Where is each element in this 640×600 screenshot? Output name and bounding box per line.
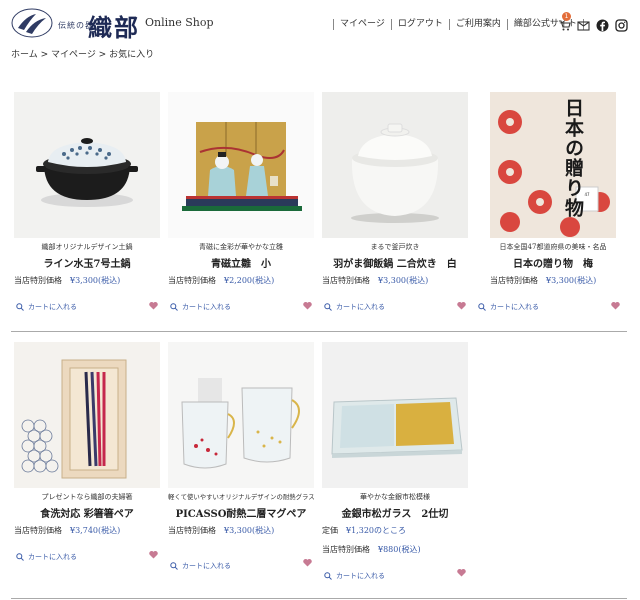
list-price-label: 定価 xyxy=(322,526,338,535)
product-price: ¥880(税込) xyxy=(378,545,421,554)
product-name[interactable]: 金銀市松ガラス 2仕切 xyxy=(322,505,468,520)
add-to-cart-label: カートに入れる xyxy=(182,303,231,311)
favorite-heart-icon[interactable] xyxy=(149,301,158,310)
add-to-cart-button[interactable]: カートに入れる xyxy=(16,302,77,312)
favorite-heart-icon[interactable] xyxy=(149,550,158,559)
product-image[interactable]: 47 日本の贈り物 xyxy=(490,92,616,238)
product-price: ¥3,300(税込) xyxy=(70,276,121,285)
product-subtitle: プレゼントなら織部の夫婦箸 xyxy=(41,493,133,501)
add-to-cart-label: カートに入れる xyxy=(28,303,77,311)
product-price-row: 当店特別価格 ¥3,740(税込) xyxy=(14,525,160,536)
add-to-cart-button[interactable]: カートに入れる xyxy=(478,302,539,312)
product-price-row: 当店特別価格 ¥3,300(税込) xyxy=(322,275,468,286)
product-price: ¥3,300(税込) xyxy=(224,526,275,535)
list-price-row: 定価 ¥1,320のところ xyxy=(322,525,468,536)
add-to-cart-label: カートに入れる xyxy=(182,562,231,570)
add-to-cart-button[interactable]: カートに入れる xyxy=(324,571,385,581)
search-icon xyxy=(324,572,332,580)
instagram-icon[interactable] xyxy=(615,17,628,32)
add-to-cart-button[interactable]: カートに入れる xyxy=(170,561,231,571)
product-price-row: 当店特別価格 ¥2,200(税込) xyxy=(168,275,314,286)
product-image[interactable] xyxy=(14,92,160,238)
product-price-row: 当店特別価格 ¥880(税込) xyxy=(322,544,468,555)
nav-mypage[interactable]: マイページ xyxy=(333,18,391,30)
favorite-heart-icon[interactable] xyxy=(303,301,312,310)
product-image[interactable] xyxy=(168,92,314,238)
product-card[interactable]: プレゼントなら織部の夫婦箸 食洗対応 彩箸箸ペア 当店特別価格 ¥3,740(税… xyxy=(14,342,160,536)
product-price-row: 当店特別価格 ¥3,300(税込) xyxy=(168,525,314,536)
favorite-heart-icon[interactable] xyxy=(457,568,466,577)
add-to-cart-button[interactable]: カートに入れる xyxy=(170,302,231,312)
search-icon xyxy=(170,303,178,311)
site-header: 伝統の器 織部 Online Shop マイページ ログアウト ご利用案内 織部… xyxy=(0,0,640,45)
search-icon xyxy=(16,303,24,311)
mail-icon[interactable] xyxy=(577,17,590,31)
logo-title: 織部 xyxy=(88,13,140,42)
product-image[interactable] xyxy=(14,342,160,488)
search-icon xyxy=(170,562,178,570)
nav-logout[interactable]: ログアウト xyxy=(390,18,449,30)
add-to-cart-button[interactable]: カートに入れる xyxy=(324,302,385,312)
list-price: ¥1,320のところ xyxy=(346,526,406,535)
price-label: 当店特別価格 xyxy=(490,276,538,285)
add-to-cart-label: カートに入れる xyxy=(28,553,77,561)
cart-count-badge: 1 xyxy=(562,12,571,21)
product-subtitle: 華やかな金銀市松模様 xyxy=(360,493,430,501)
product-name[interactable]: ライン水玉7号土鍋 xyxy=(14,255,160,270)
product-price: ¥3,300(税込) xyxy=(546,276,597,285)
product-name[interactable]: 日本の贈り物 梅 xyxy=(490,255,616,270)
nav-guide[interactable]: ご利用案内 xyxy=(448,18,507,30)
breadcrumb: ホーム > マイページ > お気に入り xyxy=(11,50,155,60)
favorite-heart-icon[interactable] xyxy=(457,301,466,310)
product-card[interactable]: 47 日本の贈り物 日本全国47都道府県の美味・名品 日本の贈り物 梅 当店特別… xyxy=(490,92,616,286)
online-shop-label: Online Shop xyxy=(145,16,214,29)
add-to-cart-label: カートに入れる xyxy=(336,303,385,311)
price-label: 当店特別価格 xyxy=(14,276,62,285)
price-label: 当店特別価格 xyxy=(14,526,62,535)
price-label: 当店特別価格 xyxy=(322,276,370,285)
price-label: 当店特別価格 xyxy=(168,526,216,535)
product-subtitle: 青磁に金彩が華やかな立雛 xyxy=(199,243,283,251)
product-card[interactable]: 青磁に金彩が華やかな立雛 青磁立雛 小 当店特別価格 ¥2,200(税込) xyxy=(168,92,314,286)
product-name[interactable]: 羽がま御飯鍋 二合炊き 白 xyxy=(322,255,468,270)
search-icon xyxy=(478,303,486,311)
price-label: 当店特別価格 xyxy=(322,545,370,554)
product-card[interactable]: 華やかな金銀市松模様 金銀市松ガラス 2仕切 定価 ¥1,320のところ 当店特… xyxy=(322,342,468,555)
product-price: ¥3,300(税込) xyxy=(378,276,429,285)
product-subtitle: 日本全国47都道府県の美味・名品 xyxy=(499,243,607,251)
row-divider xyxy=(11,331,627,332)
product-price-row: 当店特別価格 ¥3,300(税込) xyxy=(490,275,616,286)
price-label: 当店特別価格 xyxy=(168,276,216,285)
add-to-cart-button[interactable]: カートに入れる xyxy=(16,552,77,562)
product-name[interactable]: 青磁立雛 小 xyxy=(168,255,314,270)
product-subtitle: 織部オリジナルデザイン土鍋 xyxy=(41,243,133,251)
product-image[interactable] xyxy=(168,342,314,488)
product-card[interactable]: まるで釜戸炊き 羽がま御飯鍋 二合炊き 白 当店特別価格 ¥3,300(税込) xyxy=(322,92,468,286)
header-nav: マイページ ログアウト ご利用案内 織部公式サイト xyxy=(333,17,584,31)
product-name[interactable]: PICASSO耐熱二層マグペア xyxy=(168,505,314,520)
bamboo-logo-icon xyxy=(11,8,53,38)
facebook-icon[interactable] xyxy=(596,17,609,31)
catalog-title-text: 日本の贈り物 xyxy=(562,98,584,218)
product-name[interactable]: 食洗対応 彩箸箸ペア xyxy=(14,505,160,520)
add-to-cart-label: カートに入れる xyxy=(336,572,385,580)
product-price-row: 当店特別価格 ¥3,300(税込) xyxy=(14,275,160,286)
product-image[interactable] xyxy=(322,342,468,488)
search-icon xyxy=(16,553,24,561)
search-icon xyxy=(324,303,332,311)
row-divider xyxy=(11,598,627,599)
product-card[interactable]: 織部オリジナルデザイン土鍋 ライン水玉7号土鍋 当店特別価格 ¥3,300(税込… xyxy=(14,92,160,286)
product-image[interactable] xyxy=(322,92,468,238)
site-logo[interactable]: 伝統の器 織部 xyxy=(10,6,140,42)
favorite-heart-icon[interactable] xyxy=(611,301,620,310)
product-card[interactable]: 軽くて使いやすいオリジナルデザインの耐熱グラス PICASSO耐熱二層マグペア … xyxy=(168,342,315,536)
product-price: ¥2,200(税込) xyxy=(224,276,275,285)
favorite-heart-icon[interactable] xyxy=(303,558,312,567)
product-subtitle: まるで釜戸炊き xyxy=(370,243,420,251)
add-to-cart-label: カートに入れる xyxy=(490,303,539,311)
product-subtitle: 軽くて使いやすいオリジナルデザインの耐熱グラス xyxy=(168,493,315,501)
product-price: ¥3,740(税込) xyxy=(70,526,121,535)
